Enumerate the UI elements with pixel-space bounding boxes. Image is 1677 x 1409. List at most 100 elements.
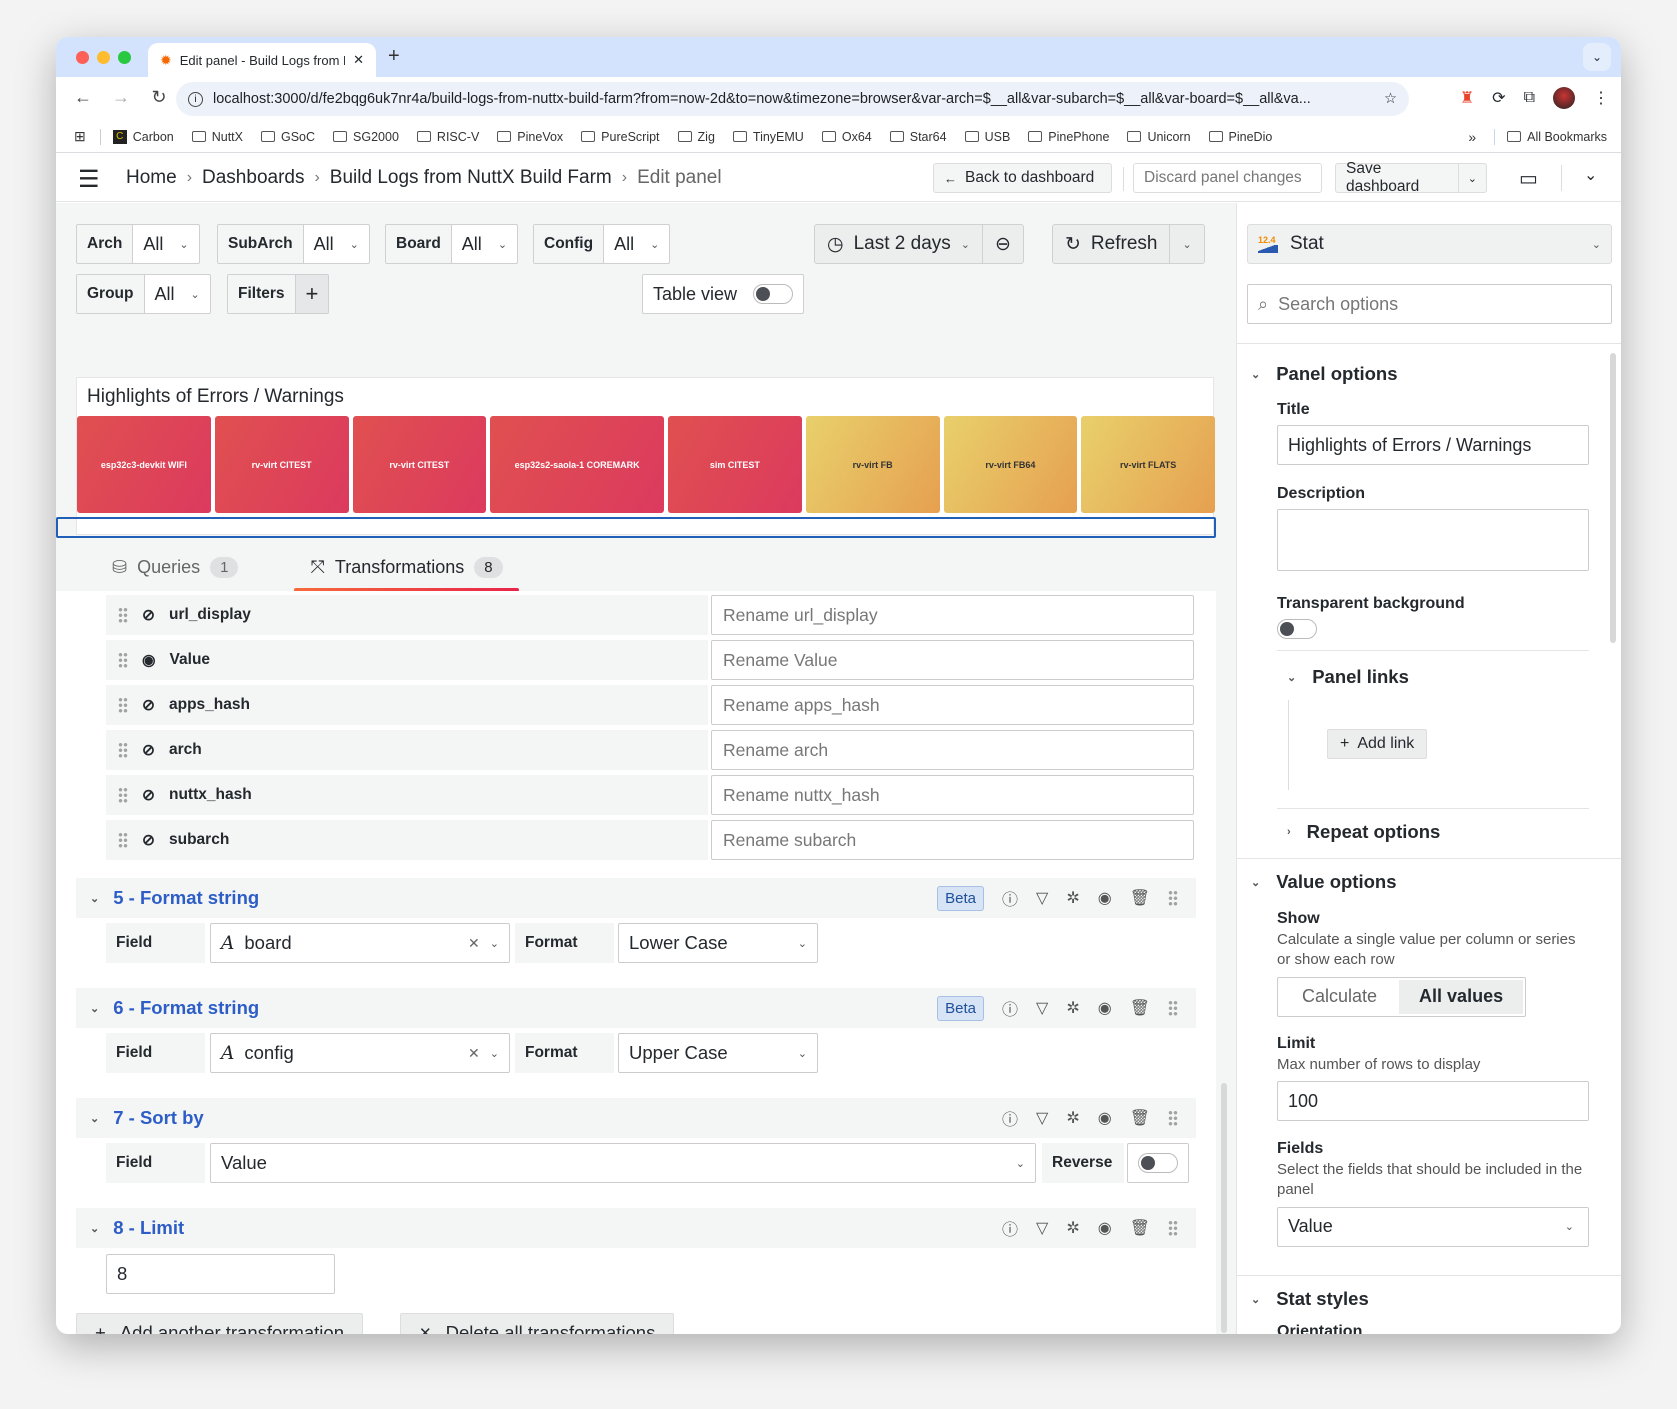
all-bookmarks-folder[interactable]: All Bookmarks bbox=[1507, 130, 1607, 144]
chevron-down-icon[interactable]: ⌄ bbox=[90, 1002, 99, 1015]
rename-field-input[interactable]: Rename url_display bbox=[711, 595, 1194, 635]
rename-field-input[interactable]: Rename subarch bbox=[711, 820, 1194, 860]
transformation-header[interactable]: ⌄ 5 - Format string Beta ⓘ ▽ ✲ ◉ 🗑 bbox=[76, 878, 1196, 918]
panel-options-header[interactable]: ⌄ Panel options bbox=[1251, 363, 1398, 385]
maximize-window-button[interactable] bbox=[118, 51, 131, 64]
bookmark-folder[interactable]: Ox64 bbox=[821, 130, 872, 144]
reload-icon[interactable]: ↻ bbox=[144, 87, 174, 108]
bookmark-folder[interactable]: PineVox bbox=[497, 130, 563, 144]
add-link-button[interactable]: + Add link bbox=[1327, 729, 1428, 759]
repeat-options-header[interactable]: › Repeat options bbox=[1287, 821, 1440, 843]
trash-icon[interactable]: 🗑 bbox=[1130, 1218, 1150, 1238]
fields-select[interactable]: Value ⌄ bbox=[1277, 1206, 1589, 1247]
stat-tile[interactable]: rv-virt CITEST bbox=[352, 416, 487, 513]
transformation-header[interactable]: ⌄ 8 - Limit ⓘ ▽ ✲ ◉ 🗑 bbox=[76, 1208, 1196, 1248]
apps-grid-icon[interactable]: ⊞ bbox=[74, 128, 86, 145]
save-options-chevron-icon[interactable]: ⌄ bbox=[1459, 172, 1486, 185]
debug-bug-icon[interactable]: ✲ bbox=[1066, 1218, 1079, 1238]
limit-rows-input[interactable]: 100 bbox=[1277, 1081, 1589, 1122]
info-icon[interactable]: ⓘ bbox=[1002, 886, 1018, 910]
eye-slash-icon[interactable]: ⊘ bbox=[142, 786, 155, 805]
extensions-puzzle-icon[interactable]: ⧉ bbox=[1524, 89, 1535, 107]
drag-handle-icon[interactable] bbox=[118, 607, 128, 623]
delete-all-transformations-button[interactable]: ✕ Delete all transformations bbox=[400, 1313, 675, 1334]
zoom-out-button[interactable]: ⊖ bbox=[983, 225, 1023, 263]
filter-icon[interactable]: ▽ bbox=[1036, 1218, 1048, 1238]
breadcrumb-dashboard[interactable]: Build Logs from NuttX Build Farm bbox=[330, 167, 612, 189]
debug-bug-icon[interactable]: ✲ bbox=[1066, 1108, 1079, 1128]
eye-icon[interactable]: ◉ bbox=[1098, 888, 1112, 908]
bookmark-folder[interactable]: RISC-V bbox=[416, 130, 479, 144]
debug-bug-icon[interactable]: ✲ bbox=[1066, 888, 1079, 908]
add-filter-button[interactable]: + bbox=[295, 275, 329, 313]
info-icon[interactable]: ⓘ bbox=[1002, 1106, 1018, 1130]
drag-handle-icon[interactable] bbox=[1168, 1220, 1178, 1236]
minimize-window-button[interactable] bbox=[97, 51, 110, 64]
add-transformation-button[interactable]: + Add another transformation bbox=[76, 1313, 363, 1334]
panel-links-header[interactable]: ⌄ Panel links bbox=[1287, 666, 1409, 688]
time-range-button[interactable]: ◷ Last 2 days ⌄ bbox=[815, 225, 983, 263]
transformation-header[interactable]: ⌄ 7 - Sort by ⓘ ▽ ✲ ◉ 🗑 bbox=[76, 1098, 1196, 1138]
info-icon[interactable]: ⓘ bbox=[1002, 1216, 1018, 1240]
bookmark-folder[interactable]: Zig bbox=[677, 130, 715, 144]
rename-field-input[interactable]: Rename nuttx_hash bbox=[711, 775, 1194, 815]
variable-config[interactable]: Config All ⌄ bbox=[533, 224, 671, 264]
bookmark-folder[interactable]: USB bbox=[964, 130, 1010, 144]
back-to-dashboard-button[interactable]: ← Back to dashboard bbox=[933, 163, 1112, 193]
variable-group[interactable]: Group All ⌄ bbox=[76, 274, 211, 314]
address-bar[interactable]: i localhost:3000/d/fe2bqg6uk7nr4a/build-… bbox=[176, 82, 1409, 116]
close-tab-icon[interactable]: ✕ bbox=[353, 52, 364, 68]
search-options-input[interactable]: ⌕ Search options bbox=[1247, 284, 1612, 324]
bookmark-folder[interactable]: NuttX bbox=[191, 130, 243, 144]
more-menu-icon[interactable]: ⋮ bbox=[1593, 88, 1609, 108]
field-select[interactable]: A config ✕ ⌄ bbox=[210, 1033, 510, 1073]
stat-tile[interactable]: rv-virt FLATS bbox=[1081, 416, 1215, 513]
stat-tile[interactable]: rv-virt CITEST bbox=[214, 416, 349, 513]
chevron-down-icon[interactable]: ⌄ bbox=[90, 1222, 99, 1235]
eye-slash-icon[interactable]: ⊘ bbox=[142, 741, 155, 760]
drag-handle-icon[interactable] bbox=[1168, 1110, 1178, 1126]
save-dashboard-button[interactable]: Save dashboard bbox=[1336, 160, 1459, 195]
site-info-icon[interactable]: i bbox=[188, 91, 203, 107]
sort-field-select[interactable]: Value ⌄ bbox=[210, 1143, 1036, 1183]
trash-icon[interactable]: 🗑 bbox=[1130, 1108, 1150, 1128]
bookmark-folder[interactable]: SG2000 bbox=[333, 130, 399, 144]
eye-slash-icon[interactable]: ⊘ bbox=[142, 831, 155, 850]
eye-icon[interactable]: ◉ bbox=[142, 651, 156, 670]
visualization-picker[interactable]: 12.4 Stat ⌄ bbox=[1247, 224, 1612, 264]
breadcrumb-dashboards[interactable]: Dashboards bbox=[202, 167, 304, 189]
close-window-button[interactable] bbox=[76, 51, 89, 64]
drag-handle-icon[interactable] bbox=[118, 742, 128, 758]
field-select[interactable]: A board ✕ ⌄ bbox=[210, 923, 510, 963]
transformation-header[interactable]: ⌄ 6 - Format string Beta ⓘ ▽ ✲ ◉ 🗑 bbox=[76, 988, 1196, 1028]
show-all-values-option[interactable]: All values bbox=[1399, 979, 1524, 1014]
clear-icon[interactable]: ✕ bbox=[468, 935, 480, 952]
bookmark-folder[interactable]: TinyEMU bbox=[732, 130, 804, 144]
stat-tile[interactable]: esp32c3-devkit WIFI bbox=[77, 416, 211, 513]
more-bookmarks-button[interactable]: » bbox=[1468, 129, 1476, 145]
filter-icon[interactable]: ▽ bbox=[1036, 1108, 1048, 1128]
options-scrollbar[interactable] bbox=[1610, 353, 1616, 643]
limit-input[interactable]: 8 bbox=[106, 1254, 335, 1294]
reverse-toggle[interactable] bbox=[1138, 1153, 1178, 1173]
table-view-toggle[interactable]: Table view bbox=[642, 274, 805, 314]
drag-handle-icon[interactable] bbox=[118, 697, 128, 713]
stat-styles-header[interactable]: ⌄ Stat styles bbox=[1251, 1288, 1369, 1310]
panel-description-textarea[interactable] bbox=[1277, 509, 1589, 571]
sync-extension-icon[interactable]: ⟳ bbox=[1492, 88, 1505, 108]
bookmark-folder[interactable]: PinePhone bbox=[1028, 130, 1109, 144]
lighthouse-extension-icon[interactable]: ♜ bbox=[1460, 88, 1474, 108]
trash-icon[interactable]: 🗑 bbox=[1130, 888, 1150, 908]
eye-icon[interactable]: ◉ bbox=[1098, 998, 1112, 1018]
info-icon[interactable]: ⓘ bbox=[1002, 996, 1018, 1020]
variable-board[interactable]: Board All ⌄ bbox=[385, 224, 519, 264]
refresh-interval-button[interactable]: ⌄ bbox=[1170, 225, 1203, 263]
panel-preview[interactable]: Highlights of Errors / Warnings esp32c3-… bbox=[76, 377, 1215, 535]
bookmark-folder[interactable]: PineDio bbox=[1208, 130, 1272, 144]
drag-handle-icon[interactable] bbox=[1168, 1000, 1178, 1016]
eye-slash-icon[interactable]: ⊘ bbox=[142, 696, 155, 715]
eye-icon[interactable]: ◉ bbox=[1098, 1218, 1112, 1238]
bookmark-folder[interactable]: Star64 bbox=[889, 130, 947, 144]
chevron-down-icon[interactable]: ⌄ bbox=[90, 892, 99, 905]
trash-icon[interactable]: 🗑 bbox=[1130, 998, 1150, 1018]
